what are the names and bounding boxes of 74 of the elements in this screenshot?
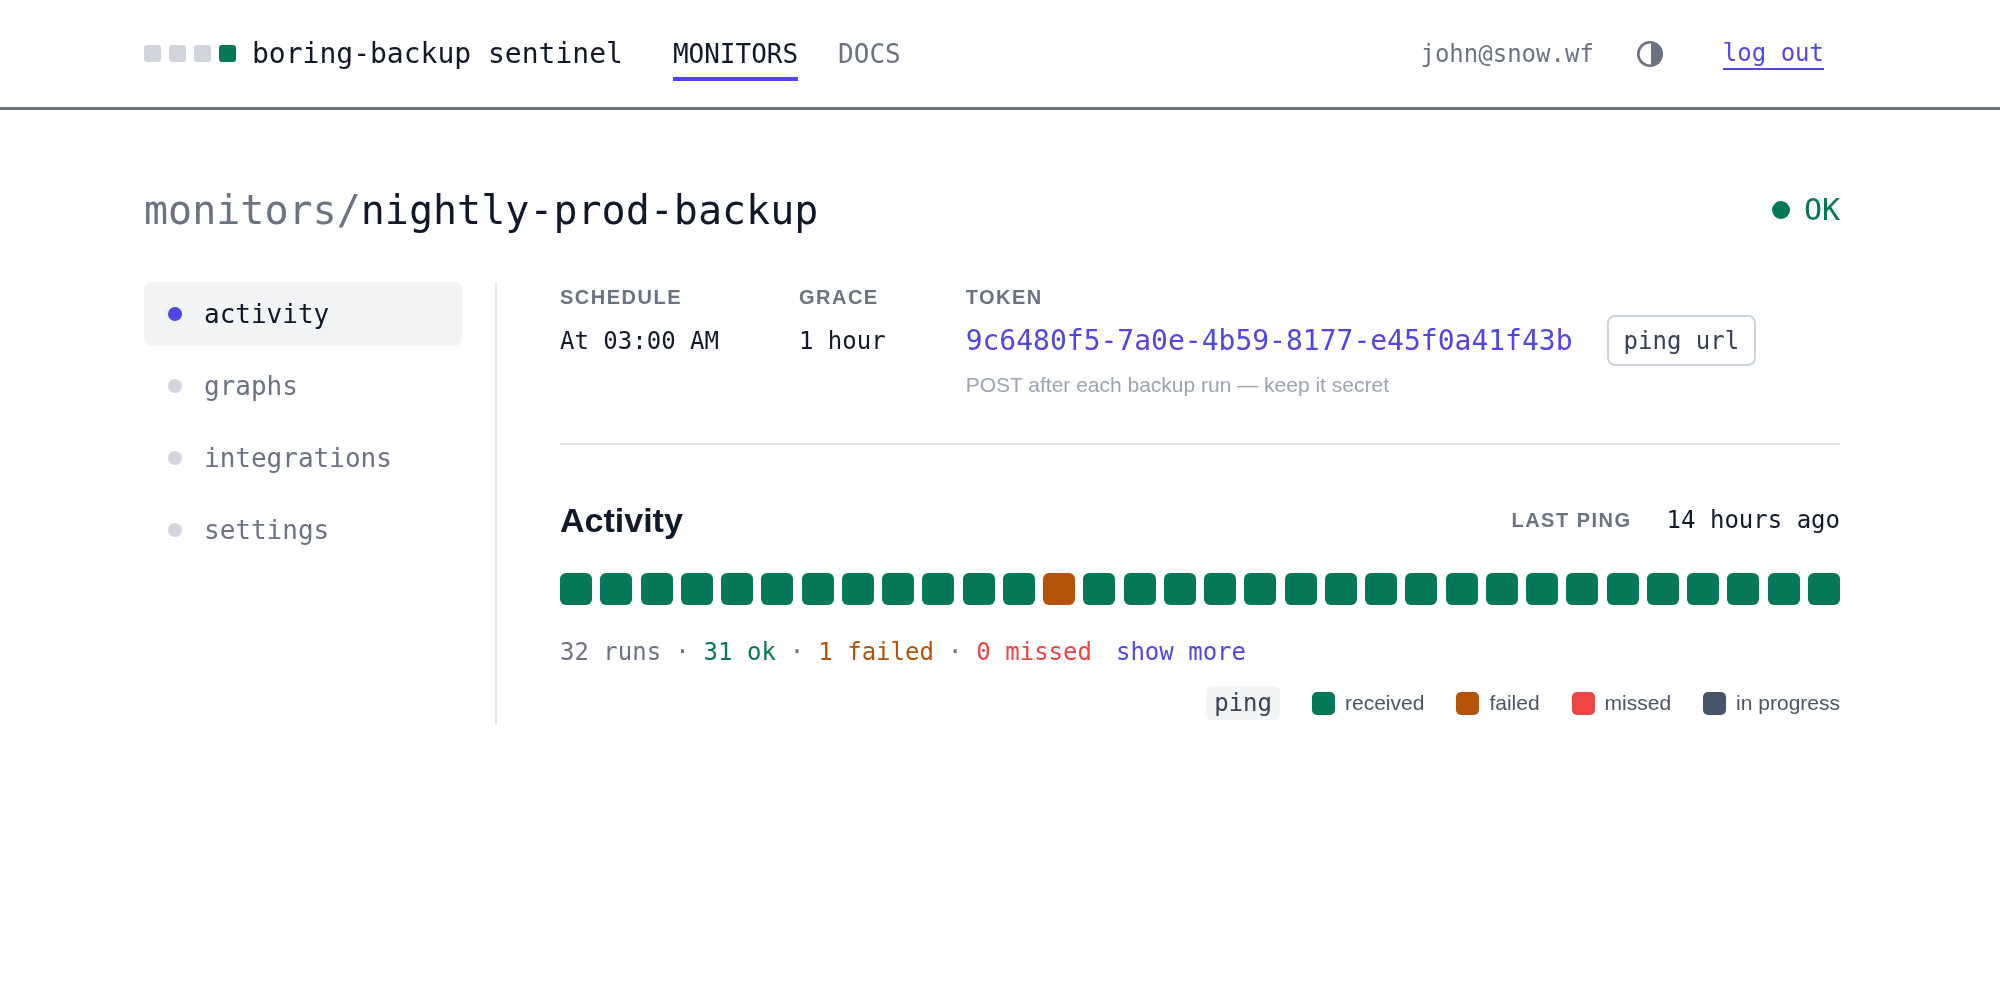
run-marker xyxy=(801,573,834,605)
token-value: 9c6480f5-7a0e-4b59-8177-e45f0a41f43b xyxy=(965,323,1573,358)
run-marker xyxy=(1727,573,1760,605)
sidebar-item[interactable]: settings xyxy=(144,498,462,562)
legend-label: failed xyxy=(1489,690,1540,716)
run-marker xyxy=(1204,573,1236,605)
sidebar-item[interactable]: graphs xyxy=(144,354,462,418)
run-marker xyxy=(922,573,955,605)
sidebar-item[interactable]: activity xyxy=(144,282,462,346)
nav-tab[interactable]: MONITORS xyxy=(672,26,799,81)
field-label: GRACE xyxy=(798,285,880,310)
run-marker xyxy=(600,573,633,605)
run-marker xyxy=(1807,573,1840,605)
run-marker xyxy=(962,573,995,605)
summary-stat: 32 runs xyxy=(560,637,662,667)
run-marker xyxy=(1687,573,1719,605)
dot-icon xyxy=(168,307,182,321)
run-marker xyxy=(721,573,753,605)
run-marker xyxy=(1526,573,1558,605)
legend-label: in progress xyxy=(1736,690,1840,716)
section-title: Activity xyxy=(560,500,683,540)
run-marker xyxy=(1244,573,1277,605)
status-label: OK xyxy=(1803,192,1840,228)
run-marker xyxy=(560,573,592,605)
field-label: SCHEDULE xyxy=(560,285,683,310)
breadcrumb-link[interactable]: monitors/ xyxy=(144,185,361,235)
run-marker xyxy=(1767,573,1800,605)
field-label: TOKEN xyxy=(965,285,1044,310)
legend-label: received xyxy=(1345,690,1425,716)
run-marker xyxy=(1284,573,1317,605)
summary-separator: · xyxy=(947,637,963,667)
run-marker xyxy=(1123,573,1156,605)
last-ping-value: 14 hours ago xyxy=(1666,505,1840,535)
run-marker xyxy=(1405,573,1438,605)
run-marker xyxy=(882,573,914,605)
legend-label: missed xyxy=(1604,690,1672,716)
token-hint: POST after each backup run — keep it secret xyxy=(965,372,1390,398)
run-marker xyxy=(1445,573,1478,605)
summary-stat: 31 ok xyxy=(703,637,776,667)
legend-tag: ping xyxy=(1206,686,1280,720)
user-email: john@snow.wf xyxy=(1420,38,1594,69)
summary-separator: · xyxy=(675,637,690,667)
run-marker xyxy=(640,573,673,605)
nav-tab[interactable]: DOCS xyxy=(838,26,901,81)
monitor-title: nightly-prod-backup xyxy=(360,186,819,235)
field-value: 1 hour xyxy=(798,325,886,356)
run-marker xyxy=(1566,573,1599,605)
ping-url-button[interactable]: ping url xyxy=(1606,315,1757,366)
logo-icon xyxy=(144,45,236,62)
dot-icon xyxy=(168,451,182,465)
run-marker xyxy=(1002,573,1035,605)
run-marker xyxy=(761,573,794,605)
run-marker xyxy=(1043,573,1075,605)
run-marker xyxy=(1606,573,1639,605)
summary-separator: · xyxy=(789,637,805,667)
dot-icon xyxy=(168,523,182,537)
run-marker xyxy=(1083,573,1116,605)
run-marker xyxy=(841,573,874,605)
sidebar-item[interactable]: integrations xyxy=(144,426,462,490)
field-value: At 03:00 AM xyxy=(560,325,719,356)
run-marker xyxy=(1365,573,1397,605)
dot-icon xyxy=(168,379,182,393)
run-marker xyxy=(1485,573,1518,605)
logout-link[interactable]: log out xyxy=(1722,37,1824,70)
run-marker xyxy=(1324,573,1357,605)
run-marker xyxy=(1646,573,1679,605)
summary-stat: 1 failed xyxy=(818,637,934,667)
app-name: boring-backup sentinel xyxy=(252,36,623,71)
show-more-link[interactable]: show more xyxy=(1115,637,1246,667)
summary-stat: 0 missed xyxy=(976,637,1092,667)
run-marker xyxy=(680,573,713,605)
last-ping-label: LAST PING xyxy=(1511,508,1632,533)
contrast-icon[interactable] xyxy=(1636,40,1663,67)
run-marker xyxy=(1163,573,1196,605)
